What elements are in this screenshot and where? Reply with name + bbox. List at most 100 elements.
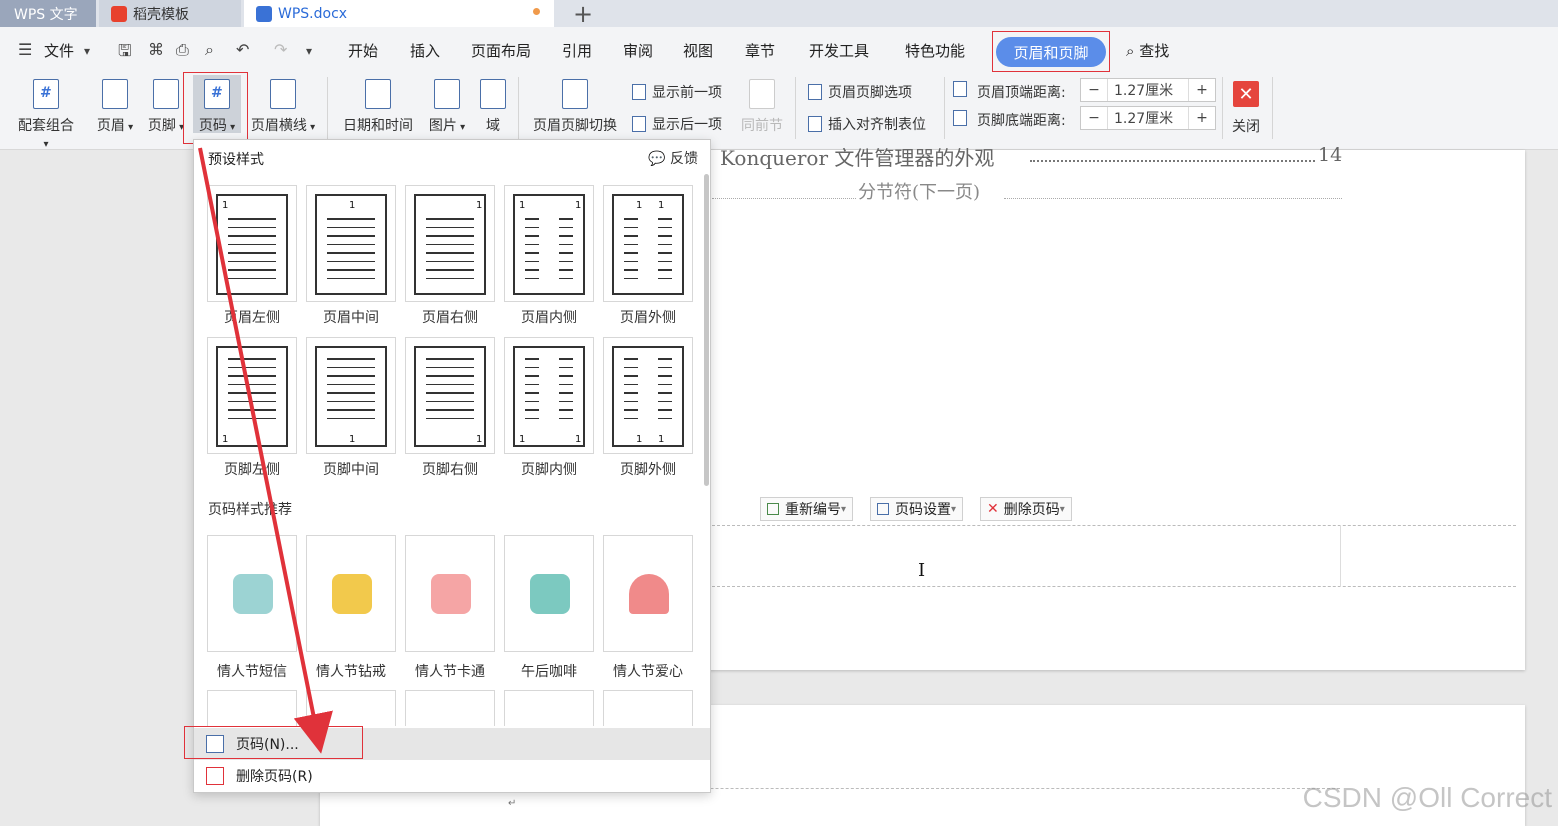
menu-review[interactable]: 审阅 [623,40,653,61]
menu-view[interactable]: 视图 [683,40,713,61]
print-preview-icon[interactable]: ⌕ [205,40,214,60]
delete-page-number-button[interactable]: ✕ 删除页码 ▾ [980,497,1072,521]
increment-button[interactable]: + [1189,110,1215,126]
show-previous-button[interactable]: 显示前一项 [632,82,722,102]
customize-chevron-icon[interactable]: ▾ [306,44,312,58]
format-painter-icon[interactable]: ⌘ [148,40,164,59]
page-number-preset-thumb[interactable]: 11 [504,185,594,302]
tab-wps-writer[interactable]: WPS 文字 [0,0,96,27]
field-button[interactable]: 域 [479,79,507,135]
show-next-button[interactable]: 显示后一项 [632,114,722,134]
heart-wings-icon [629,574,669,614]
menu-developer[interactable]: 开发工具 [809,40,869,61]
page-number-preset-thumb[interactable]: 1 [306,337,396,454]
text-line [327,375,375,377]
recommended-style-thumb[interactable] [306,535,396,652]
text-line [559,417,573,420]
decrement-button[interactable]: − [1081,110,1107,126]
recommended-style-thumb[interactable] [603,690,693,726]
delete-page-number-item[interactable]: 删除页码(R) [194,760,710,792]
page-number-preset-thumb[interactable]: 1 [207,185,297,302]
recommended-style-label: 情人节卡通 [415,664,485,680]
page-number-preset-thumb[interactable]: 1 [405,337,495,454]
recommended-style-thumb[interactable] [504,535,594,652]
menu-insert[interactable]: 插入 [410,40,440,61]
recommended-style-thumb[interactable] [405,690,495,726]
page-number-preset-thumb[interactable]: 1 [207,337,297,454]
page-number-preset-thumb[interactable]: 11 [603,185,693,302]
recommended-style-thumb[interactable] [207,535,297,652]
picture-button[interactable]: 图片 ▾ [427,79,467,135]
feedback-link[interactable]: 💬 反馈 [648,148,698,168]
header-icon [102,79,128,109]
print-icon[interactable]: ⎙ [176,40,189,60]
text-line [624,409,638,411]
new-tab-button[interactable]: + [570,0,596,28]
hamburger-menu-icon[interactable]: ☰ [18,40,32,59]
page-number-settings-button[interactable]: 页码设置 ▾ [870,497,964,521]
text-line [426,252,474,254]
menu-references[interactable]: 引用 [562,40,592,61]
date-time-button[interactable]: 日期和时间 [340,79,416,135]
dropdown-scrollbar[interactable] [704,174,709,486]
diamond-ring-icon [332,574,372,614]
text-line [624,383,638,386]
page-number-marker: 1 [636,434,643,445]
redo-icon[interactable]: ↷ [274,40,287,59]
combo-button[interactable]: 配套组合 ▾ [14,79,78,151]
footer-distance-icon [953,110,967,126]
text-line [658,218,672,220]
text-line [525,218,539,220]
decrement-button[interactable]: − [1081,82,1107,98]
footer-edit-area[interactable] [712,525,1516,587]
undo-icon[interactable]: ↶ [236,40,249,59]
envelope-heart-icon [233,574,273,614]
page-number-preset-thumb[interactable]: 11 [603,337,693,454]
recommended-style-thumb[interactable] [603,535,693,652]
recommended-style-thumb[interactable] [504,690,594,726]
recommended-style-thumb[interactable] [207,690,297,726]
show-previous-label: 显示前一项 [652,85,722,101]
chevron-down-icon[interactable]: ▾ [84,44,90,58]
save-icon[interactable]: 🖫 [118,40,132,67]
header-top-distance-input[interactable]: 1.27厘米 [1107,79,1189,101]
menu-start[interactable]: 开始 [348,40,378,61]
text-line [658,400,672,403]
text-line [228,269,276,271]
menu-special-features[interactable]: 特色功能 [905,40,965,61]
page-number-preset-thumb[interactable]: 1 [405,185,495,302]
footer-bottom-distance-input[interactable]: 1.27厘米 [1107,107,1189,129]
hf-switch-button[interactable]: 页眉页脚切换 [529,79,621,135]
recommended-style-thumb[interactable] [306,690,396,726]
footer-bottom-distance-stepper[interactable]: − 1.27厘米 + [1080,106,1216,130]
insert-tab-stop-button[interactable]: 插入对齐制表位 [808,114,926,134]
page-number-preset-thumb[interactable]: 1 [306,185,396,302]
same-as-previous-button[interactable]: 同前节 [740,79,784,135]
page-preview-icon: 11 [612,194,684,295]
menu-file[interactable]: 文件 [44,40,74,61]
footer-button[interactable]: 页脚 ▾ [146,79,186,135]
menu-section[interactable]: 章节 [745,40,775,61]
header-button[interactable]: 页眉 ▾ [95,79,135,135]
text-line [525,243,539,246]
find-button[interactable]: ⌕ 查找 [1126,40,1169,61]
recommended-style-thumb[interactable] [405,535,495,652]
delete-page-number-label: 删除页码 [1003,502,1060,518]
page-number-preset-thumb[interactable]: 11 [504,337,594,454]
header-line-icon [270,79,296,109]
tab-docer-template[interactable]: 稻壳模板 [99,0,241,27]
page-number-marker: 1 [476,200,483,211]
hf-options-button[interactable]: 页眉页脚选项 [808,82,912,102]
header-line-button[interactable]: 页眉横线 ▾ [249,79,317,135]
text-line [327,269,375,271]
menu-page-layout[interactable]: 页面布局 [471,40,531,61]
text-line [559,260,573,263]
text-line [327,226,375,229]
footer-bottom-distance-label: 页脚底端距离: [977,113,1066,129]
header-top-distance-stepper[interactable]: − 1.27厘米 + [1080,78,1216,102]
increment-button[interactable]: + [1189,82,1215,98]
tab-document[interactable]: WPS.docx [244,0,554,27]
renumber-button[interactable]: 重新编号 ▾ [760,497,854,521]
text-line [624,235,638,237]
close-header-footer-button[interactable]: ✕ [1233,81,1259,107]
